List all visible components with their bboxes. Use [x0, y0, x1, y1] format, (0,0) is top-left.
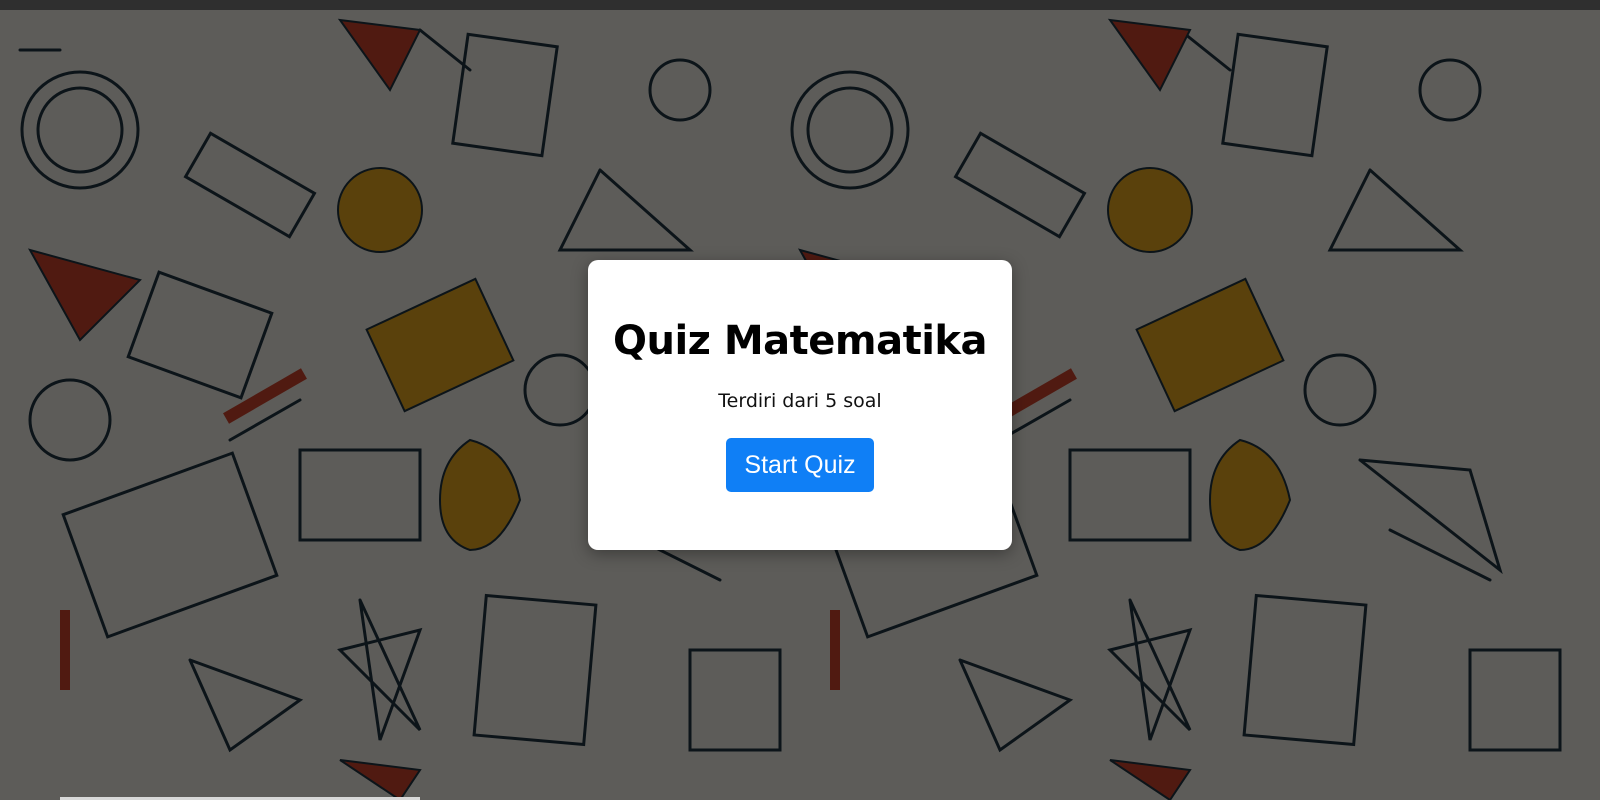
quiz-title: Quiz Matematika: [612, 318, 988, 364]
start-quiz-button[interactable]: Start Quiz: [726, 438, 874, 492]
quiz-start-card: Quiz Matematika Terdiri dari 5 soal Star…: [588, 260, 1012, 550]
quiz-start-page: Quiz Matematika Terdiri dari 5 soal Star…: [0, 0, 1600, 800]
top-strip: [0, 0, 1600, 10]
quiz-subtitle: Terdiri dari 5 soal: [718, 390, 882, 412]
